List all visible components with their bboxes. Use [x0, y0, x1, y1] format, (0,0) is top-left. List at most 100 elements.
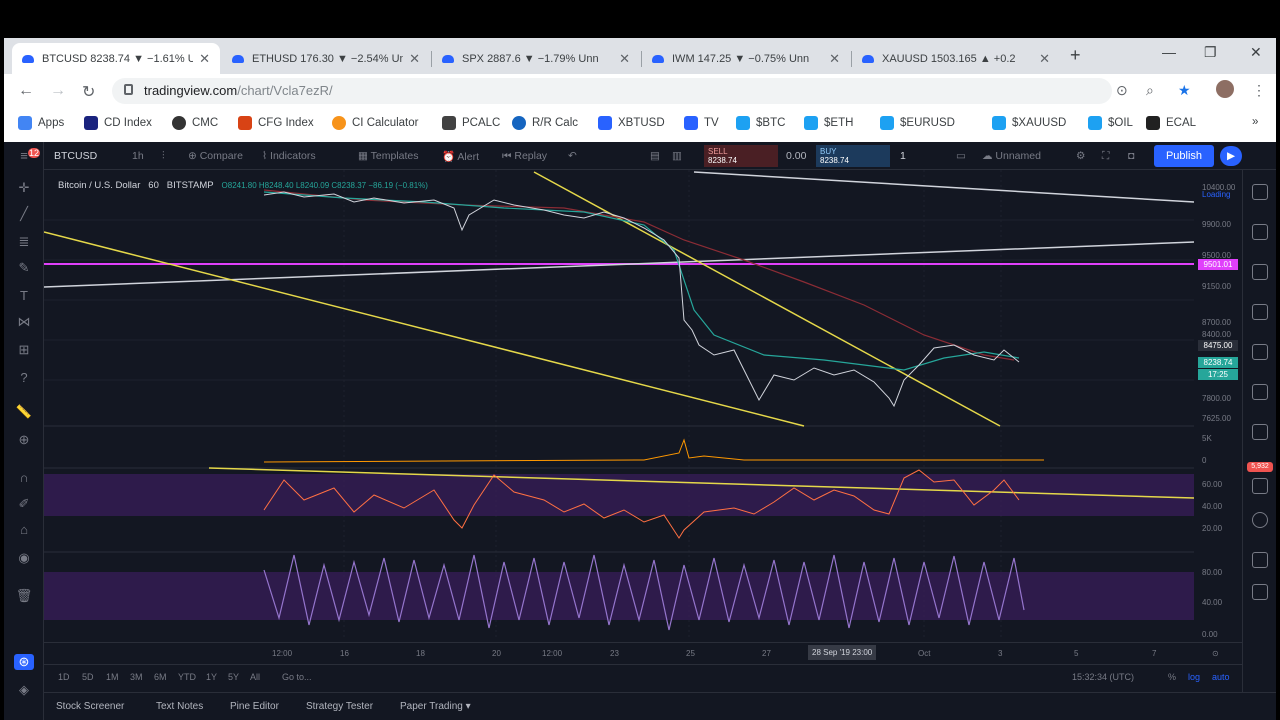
auto-toggle[interactable]: auto	[1212, 672, 1230, 682]
range-1m[interactable]: 1M	[106, 672, 119, 682]
range-ytd[interactable]: YTD	[178, 672, 196, 682]
object-tree-icon[interactable]: ⊛	[14, 654, 34, 670]
undo-icon[interactable]: ↶	[568, 150, 577, 162]
range-5d[interactable]: 5D	[82, 672, 94, 682]
prediction-icon[interactable]: ⊞	[14, 342, 34, 358]
publish-button[interactable]: Publish	[1154, 145, 1214, 167]
star-icon[interactable]: ★	[1178, 82, 1191, 99]
chat-icon[interactable]	[1252, 478, 1268, 494]
tab-btcusd[interactable]: BTCUSD 8238.74 ▼ −1.61% Un ✕	[12, 43, 220, 74]
range-1d[interactable]: 1D	[58, 672, 70, 682]
price-axis[interactable]: Loading 10400.00 9900.00 9500.00 9150.00…	[1194, 170, 1242, 664]
alerts-icon[interactable]	[1252, 224, 1268, 240]
bookmark-eth[interactable]: $ETH	[804, 116, 853, 130]
tab-strategy-tester[interactable]: Strategy Tester	[306, 701, 373, 712]
range-5y[interactable]: 5Y	[228, 672, 239, 682]
play-icon[interactable]: ▶	[1220, 146, 1242, 166]
interval-button[interactable]: 1h	[132, 150, 144, 162]
tab-ethusd[interactable]: ETHUSD 176.30 ▼ −2.54% Unn ✕	[222, 43, 430, 74]
quantity-stepper[interactable]: 1	[900, 150, 906, 162]
chart-type-icon[interactable]: ⫶	[162, 150, 165, 163]
lock-drawings-icon[interactable]: ✐	[14, 496, 34, 512]
indicators-button[interactable]: ⌇ Indicators	[262, 150, 316, 162]
scroll-to-realtime-icon[interactable]: ⊙	[1212, 649, 1219, 658]
bookmark-btc[interactable]: $BTC	[736, 116, 785, 130]
forward-icon[interactable]: →	[50, 82, 66, 100]
hamburger-icon[interactable]: ≡	[14, 148, 34, 163]
bookmark-rr-calc[interactable]: R/R Calc	[512, 116, 578, 130]
replay-button[interactable]: ⏮ Replay	[502, 150, 547, 163]
bookmark-cmc[interactable]: CMC	[172, 116, 218, 130]
tab-pine-editor[interactable]: Pine Editor	[230, 701, 279, 712]
buy-button[interactable]: BUY 8238.74	[816, 145, 890, 167]
ruler-icon[interactable]: 📏	[14, 404, 34, 420]
text-icon[interactable]: T	[14, 288, 34, 303]
bookmark-cfg-index[interactable]: CFG Index	[238, 116, 314, 130]
help-icon[interactable]: ?	[14, 370, 34, 385]
watchlist-icon[interactable]	[1252, 184, 1268, 200]
bookmark-ecal[interactable]: ECAL	[1146, 116, 1196, 130]
zoom-icon[interactable]: ⊕	[14, 432, 34, 448]
bookmark-xbtusd[interactable]: XBTUSD	[598, 116, 665, 130]
close-icon[interactable]: ✕	[619, 51, 630, 67]
bookmark-ci-calculator[interactable]: CI Calculator	[332, 116, 418, 130]
maximize-icon[interactable]: ❐	[1204, 44, 1217, 61]
fullscreen-layout-icon[interactable]: ▭	[956, 150, 966, 162]
crosshair-icon[interactable]: ✛	[14, 180, 34, 196]
bookmark-pcalc[interactable]: PCALC	[442, 116, 500, 130]
eye-icon[interactable]: ◉	[14, 550, 34, 566]
bookmark-tv[interactable]: TV	[684, 116, 719, 130]
reload-icon[interactable]: ↻	[82, 82, 95, 102]
range-1y[interactable]: 1Y	[206, 672, 217, 682]
search-icon[interactable]: ⌕	[1146, 82, 1154, 99]
sell-button[interactable]: SELL 8238.74	[704, 145, 778, 167]
tab-stock-screener[interactable]: Stock Screener	[56, 701, 124, 712]
compare-button[interactable]: ⊕ Compare	[188, 150, 243, 162]
lock-icon[interactable]: ⌂	[14, 522, 34, 537]
ideas-icon[interactable]	[1252, 384, 1268, 400]
close-window-icon[interactable]: ✕	[1250, 44, 1262, 61]
goto-button[interactable]: Go to...	[282, 672, 312, 682]
bookmark-eurusd[interactable]: $EURUSD	[880, 116, 955, 130]
layers-icon[interactable]: ◈	[14, 682, 34, 698]
location-icon[interactable]: ⊙	[1116, 82, 1128, 99]
templates-button[interactable]: ▦ Templates	[358, 150, 419, 162]
brush-icon[interactable]: ✎	[14, 260, 34, 276]
data-window-icon[interactable]	[1252, 264, 1268, 280]
symbol-search[interactable]: BTCUSD	[54, 150, 97, 162]
trash-icon[interactable]: 🗑	[14, 588, 34, 604]
close-icon[interactable]: ✕	[1039, 51, 1050, 67]
chart-canvas[interactable]	[44, 170, 1194, 664]
bookmark-apps[interactable]: Apps	[18, 116, 64, 130]
tab-iwm[interactable]: IWM 147.25 ▼ −0.75% Unn ✕	[642, 43, 850, 74]
new-tab-icon[interactable]: +	[1070, 45, 1081, 66]
close-icon[interactable]: ✕	[199, 51, 210, 67]
magnet-icon[interactable]: ∩	[14, 470, 34, 485]
avatar[interactable]	[1216, 80, 1234, 98]
bookmark-xauusd[interactable]: $XAUUSD	[992, 116, 1066, 130]
tab-paper-trading[interactable]: Paper Trading ▾	[400, 701, 471, 712]
address-bar[interactable]: tradingview.com/chart/Vcla7ezR/	[112, 78, 1112, 104]
close-icon[interactable]: ✕	[409, 51, 420, 67]
range-all[interactable]: All	[250, 672, 260, 682]
log-toggle[interactable]: log	[1188, 672, 1200, 682]
back-icon[interactable]: ←	[18, 82, 34, 100]
calendar-icon[interactable]	[1252, 344, 1268, 360]
tab-text-notes[interactable]: Text Notes	[156, 701, 203, 712]
chevron-icon[interactable]	[1252, 584, 1268, 600]
fullscreen-icon[interactable]: ⛶	[1102, 150, 1109, 163]
range-3m[interactable]: 3M	[130, 672, 143, 682]
bookmark-oil[interactable]: $OIL	[1088, 116, 1133, 130]
layout-icon[interactable]: ▤	[650, 150, 660, 162]
fib-icon[interactable]: ≣	[14, 234, 34, 250]
bookmark-cd-index[interactable]: CD Index	[84, 116, 152, 130]
gear-icon[interactable]: ⚙	[1076, 150, 1085, 162]
tab-spx[interactable]: SPX 2887.6 ▼ −1.79% Unn ✕	[432, 43, 640, 74]
help-icon[interactable]	[1252, 552, 1268, 568]
time-axis[interactable]: 12:00 16 18 20 12:00 23 25 27 28 Sep '19…	[44, 642, 1242, 664]
bell-icon[interactable]	[1252, 512, 1268, 528]
more-bookmarks-icon[interactable]: »	[1252, 116, 1258, 128]
minimize-icon[interactable]: —	[1162, 44, 1176, 60]
close-icon[interactable]: ✕	[829, 51, 840, 67]
pattern-icon[interactable]: ⋈	[14, 314, 34, 330]
